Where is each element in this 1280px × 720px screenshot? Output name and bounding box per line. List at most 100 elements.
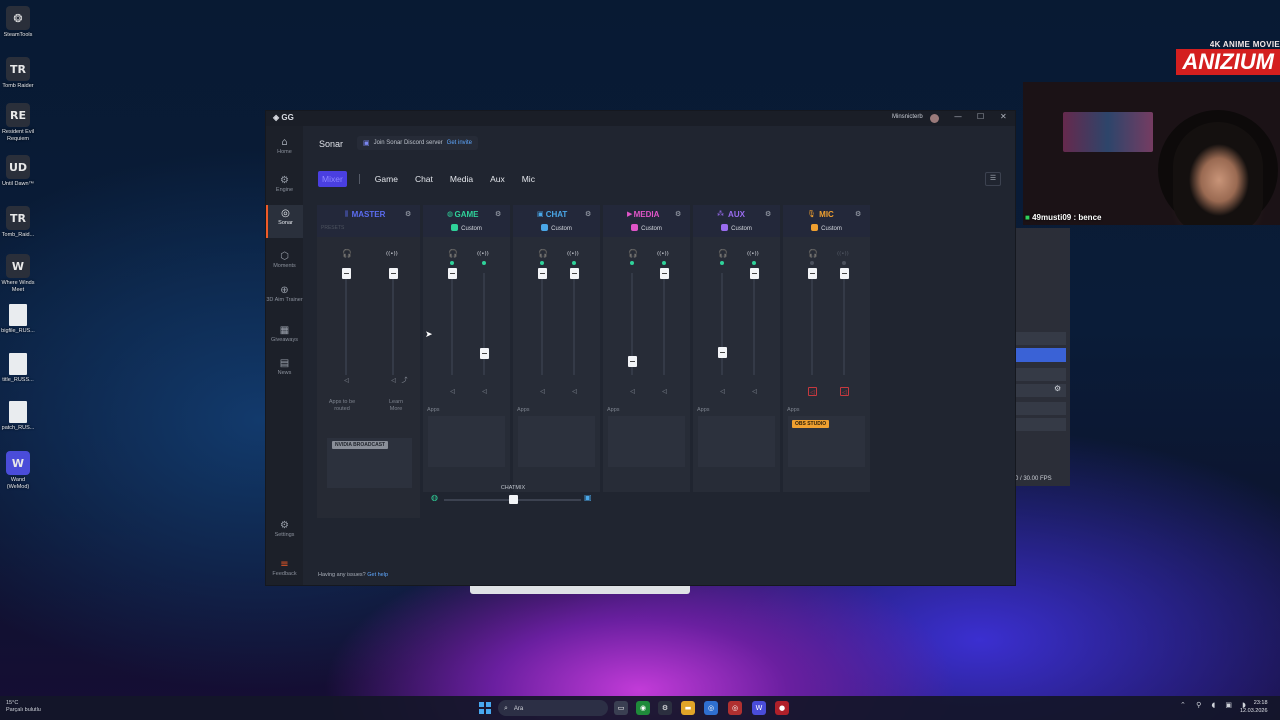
tab-aux[interactable]: Aux [490, 174, 505, 184]
mute-button[interactable]: ◁ [389, 376, 398, 385]
tab-game[interactable]: Game [375, 174, 398, 184]
volume-slider-handle[interactable] [570, 268, 579, 279]
volume-track[interactable] [843, 273, 845, 375]
channel-settings-gear-icon[interactable]: ⚙ [495, 210, 501, 218]
volume-track[interactable] [541, 273, 543, 375]
app-chip-obs-studio[interactable]: OBS STUDIO [792, 420, 830, 428]
volume-slider-handle[interactable] [389, 268, 398, 279]
taskbar-search[interactable]: ⌕ Ara [498, 700, 608, 716]
broadcast-icon[interactable]: ((•)) [567, 251, 579, 257]
volume-slider-handle[interactable] [750, 268, 759, 279]
volume-slider-handle[interactable] [628, 355, 637, 367]
sidebar-item-3d-aim-trainer[interactable]: ⊕ 3D Aim Trainer [266, 282, 303, 316]
mute-button[interactable]: ◁ [808, 387, 817, 396]
desktop-icon[interactable]: patch_RUS... [0, 401, 36, 432]
opera-gx-icon[interactable]: ◎ [728, 701, 742, 715]
maximize-button[interactable]: ☐ [977, 112, 984, 121]
sidebar-item-home[interactable]: ⌂ Home [266, 134, 303, 160]
obs-taskbar-icon[interactable]: ● [775, 701, 789, 715]
volume-track[interactable] [483, 273, 485, 375]
volume-slider-handle[interactable] [718, 346, 727, 358]
broadcast-icon[interactable]: ((•)) [747, 251, 759, 257]
tab-chat[interactable]: Chat [415, 174, 433, 184]
minimize-button[interactable]: — [954, 112, 962, 121]
preset-selector[interactable]: Custom [693, 224, 780, 232]
tab-mixer[interactable]: Mixer [318, 171, 347, 187]
sidebar-item-feedback[interactable]: ≡ Feedback [266, 557, 303, 581]
learn-more-link[interactable]: Learn More [385, 399, 407, 413]
obs-gear-icon[interactable]: ⚙ [1054, 384, 1061, 393]
mute-button[interactable]: ◁ [660, 387, 669, 396]
desktop-icon[interactable]: W Where Winds Meet [0, 254, 36, 294]
preset-selector[interactable]: Custom [603, 224, 690, 232]
volume-slider-handle[interactable] [660, 268, 669, 279]
broadcast-icon[interactable]: ((•)) [386, 251, 398, 257]
sidebar-item-sonar[interactable]: ◎ Sonar [266, 205, 303, 238]
obs-row[interactable] [1014, 402, 1066, 415]
volume-slider-handle[interactable] [538, 268, 547, 279]
preset-selector[interactable]: Custom [783, 224, 870, 232]
username[interactable]: Minsnicterb [892, 114, 923, 120]
volume-track[interactable] [753, 273, 755, 375]
obs-row[interactable] [1014, 368, 1066, 381]
channel-settings-gear-icon[interactable]: ⚙ [405, 210, 411, 218]
volume-slider-handle[interactable] [808, 268, 817, 279]
get-help-link[interactable]: Get help [367, 572, 388, 578]
preset-selector[interactable]: Custom [513, 224, 600, 232]
tab-mic[interactable]: Mic [522, 174, 535, 184]
mute-button[interactable]: ◁ [448, 387, 457, 396]
volume-slider-handle[interactable] [448, 268, 457, 279]
obs-window-partial[interactable]: ⚙ 0 / 30.00 FPS [1014, 228, 1070, 486]
obs-row[interactable] [1014, 332, 1066, 345]
start-button[interactable] [479, 702, 491, 714]
desktop-icon[interactable]: ❂ SteamTools [0, 6, 36, 39]
apps-drop-zone[interactable] [428, 416, 505, 467]
volume-track[interactable] [721, 273, 723, 375]
tab-media[interactable]: Media [450, 174, 473, 184]
chatmix-slider-handle[interactable] [508, 495, 518, 504]
headphones-icon[interactable]: 🎧 [628, 249, 638, 258]
volume-track[interactable] [451, 273, 453, 375]
steam-icon[interactable]: ⚙ [658, 701, 672, 715]
title-bar[interactable]: ◈ GG Minsnicterb — ☐ ✕ [266, 111, 1015, 126]
close-button[interactable]: ✕ [1000, 112, 1007, 121]
menu-button[interactable]: ☰ [985, 172, 1001, 186]
mute-button[interactable]: ◁ [480, 387, 489, 396]
mute-button[interactable]: ◁ [570, 387, 579, 396]
desktop-icon[interactable]: title_RUSS... [0, 353, 36, 384]
sidebar-item-engine[interactable]: ⚙ Engine [266, 172, 303, 198]
apps-drop-zone[interactable] [518, 416, 595, 467]
taskbar-clock[interactable]: 23:18 12.03.2026 [1240, 699, 1268, 715]
channel-settings-gear-icon[interactable]: ⚙ [765, 210, 771, 218]
channel-settings-gear-icon[interactable]: ⚙ [585, 210, 591, 218]
route-icon[interactable]: ⤴ [400, 376, 409, 385]
apps-drop-zone[interactable] [698, 416, 775, 467]
xbox-icon[interactable]: ◉ [636, 701, 650, 715]
volume-track[interactable] [392, 273, 394, 375]
headphones-icon[interactable]: 🎧 [718, 249, 728, 258]
desktop-icon[interactable]: TR Tomb_Raid... [0, 206, 36, 239]
desktop-icon[interactable]: TR Tomb Raider [0, 57, 36, 90]
volume-slider-handle[interactable] [342, 268, 351, 279]
volume-slider-handle[interactable] [480, 347, 489, 359]
headphones-icon[interactable]: 🎧 [448, 249, 458, 258]
obs-row[interactable] [1014, 418, 1066, 431]
obs-selected-row[interactable] [1014, 348, 1066, 362]
headphones-icon[interactable]: 🎧 [538, 249, 548, 258]
channel-settings-gear-icon[interactable]: ⚙ [855, 210, 861, 218]
desktop-icon[interactable]: W Wand (WeMod) [0, 451, 36, 491]
sidebar-item-moments[interactable]: ⬡ Moments [266, 248, 303, 274]
wemod-icon[interactable]: W [752, 701, 766, 715]
preset-selector[interactable]: Custom [423, 224, 510, 232]
desktop-icon[interactable]: bigfile_RUS... [0, 304, 36, 335]
avatar[interactable] [930, 114, 939, 123]
task-view-icon[interactable]: ▭ [614, 701, 628, 715]
sidebar-item-news[interactable]: ▤ News [266, 355, 303, 381]
desktop-icon[interactable]: UD Until Dawn™ [0, 155, 36, 188]
headphones-icon[interactable]: 🎧 [342, 249, 352, 258]
discord-banner[interactable]: ▣ Join Sonar Discord server Get invite [357, 136, 479, 150]
file-explorer-icon[interactable]: ▬ [681, 701, 695, 715]
volume-slider-handle[interactable] [840, 268, 849, 279]
volume-track[interactable] [573, 273, 575, 375]
sidebar-item-giveaways[interactable]: ▦ Giveaways [266, 322, 303, 348]
